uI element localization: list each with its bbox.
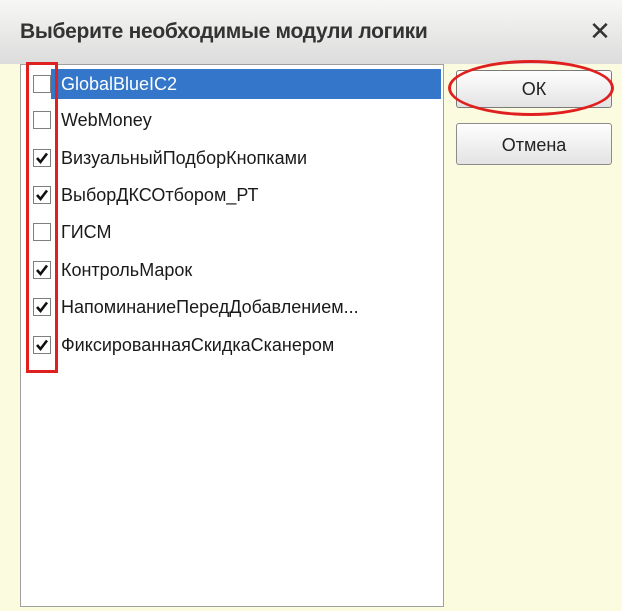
module-checkbox[interactable] <box>33 111 51 129</box>
checkmark-icon <box>36 152 49 165</box>
module-selection-dialog: Выберите необходимые модули логики ✕ Glo… <box>0 0 622 611</box>
module-checkbox[interactable] <box>33 298 51 316</box>
checkmark-icon <box>36 301 49 314</box>
checkmark-icon <box>36 264 49 277</box>
module-checkbox[interactable] <box>33 261 51 279</box>
module-label: КонтрольМарок <box>61 260 193 280</box>
module-label: ВизуальныйПодборКнопками <box>61 148 308 168</box>
module-checkbox[interactable] <box>33 336 51 354</box>
list-item[interactable]: КонтрольМарок <box>21 255 443 285</box>
module-label: ФиксированнаяСкидкаСканером <box>61 335 335 355</box>
list-item[interactable]: ВыборДКСОтбором_РТ <box>21 180 443 210</box>
checkmark-icon <box>36 339 49 352</box>
module-label: НапоминаниеПередДобавлением... <box>61 297 359 317</box>
module-checkbox[interactable] <box>33 149 51 167</box>
list-item[interactable]: GlobalBlueIC2 <box>33 69 441 99</box>
module-checkbox[interactable] <box>33 223 51 241</box>
list-item[interactable]: ГИСМ <box>21 217 443 247</box>
module-checkbox[interactable] <box>33 75 51 93</box>
dialog-title: Выберите необходимые модули логики <box>20 20 428 43</box>
cancel-button[interactable]: Отмена <box>456 123 612 165</box>
module-label: GlobalBlueIC2 <box>61 74 178 94</box>
checkmark-icon <box>36 189 49 202</box>
title-bar: Выберите необходимые модули логики ✕ <box>0 0 622 64</box>
module-label: ГИСМ <box>61 222 112 242</box>
close-icon[interactable]: ✕ <box>586 16 614 46</box>
list-item[interactable]: WebMoney <box>21 105 443 135</box>
ok-button[interactable]: ОК <box>456 70 612 108</box>
list-item[interactable]: ФиксированнаяСкидкаСканером <box>21 330 443 360</box>
module-label: WebMoney <box>61 110 152 130</box>
list-item[interactable]: НапоминаниеПередДобавлением... <box>21 292 443 322</box>
modules-list[interactable]: GlobalBlueIC2 WebMoney ВизуальныйПодборК… <box>20 64 444 607</box>
module-label: ВыборДКСОтбором_РТ <box>61 185 259 205</box>
list-item[interactable]: ВизуальныйПодборКнопками <box>21 143 443 173</box>
module-checkbox[interactable] <box>33 186 51 204</box>
